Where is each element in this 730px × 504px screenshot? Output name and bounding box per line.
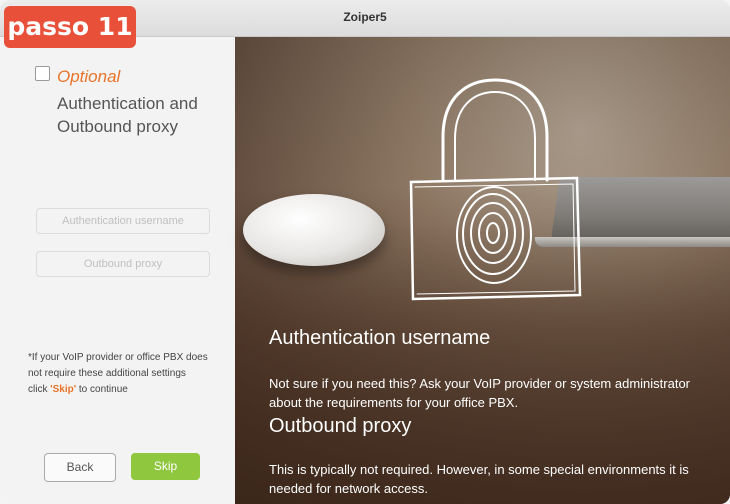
proxy-info-title: Outbound proxy [269, 415, 412, 437]
auth-info-text: Not sure if you need this? Ask your VoIP… [269, 376, 691, 410]
auth-username-input[interactable]: Authentication username [36, 208, 210, 234]
optional-label: Optional [57, 67, 121, 86]
section-heading: Authentication and Outbound proxy [57, 94, 198, 136]
optional-checkbox[interactable] [35, 66, 50, 81]
mouse-image [243, 194, 385, 266]
note-skip-word: 'Skip' [50, 384, 77, 395]
note-suffix: to continue [76, 384, 128, 395]
zoiper-window: Zoiper5 Optional Authentication and Outb… [0, 0, 730, 504]
info-panel: Authentication username Not sure if you … [235, 37, 730, 504]
skip-note: *If your VoIP provider or office PBX doe… [28, 350, 208, 398]
auth-info-title: Authentication username [269, 327, 491, 349]
back-button[interactable]: Back [44, 453, 116, 482]
proxy-info-text: This is typically not required. However,… [269, 462, 689, 496]
step-badge: passo 11 [4, 6, 136, 48]
skip-button[interactable]: Skip [131, 453, 200, 480]
padlock-icon [409, 78, 582, 301]
outbound-proxy-input[interactable]: Outbound proxy [36, 251, 210, 277]
